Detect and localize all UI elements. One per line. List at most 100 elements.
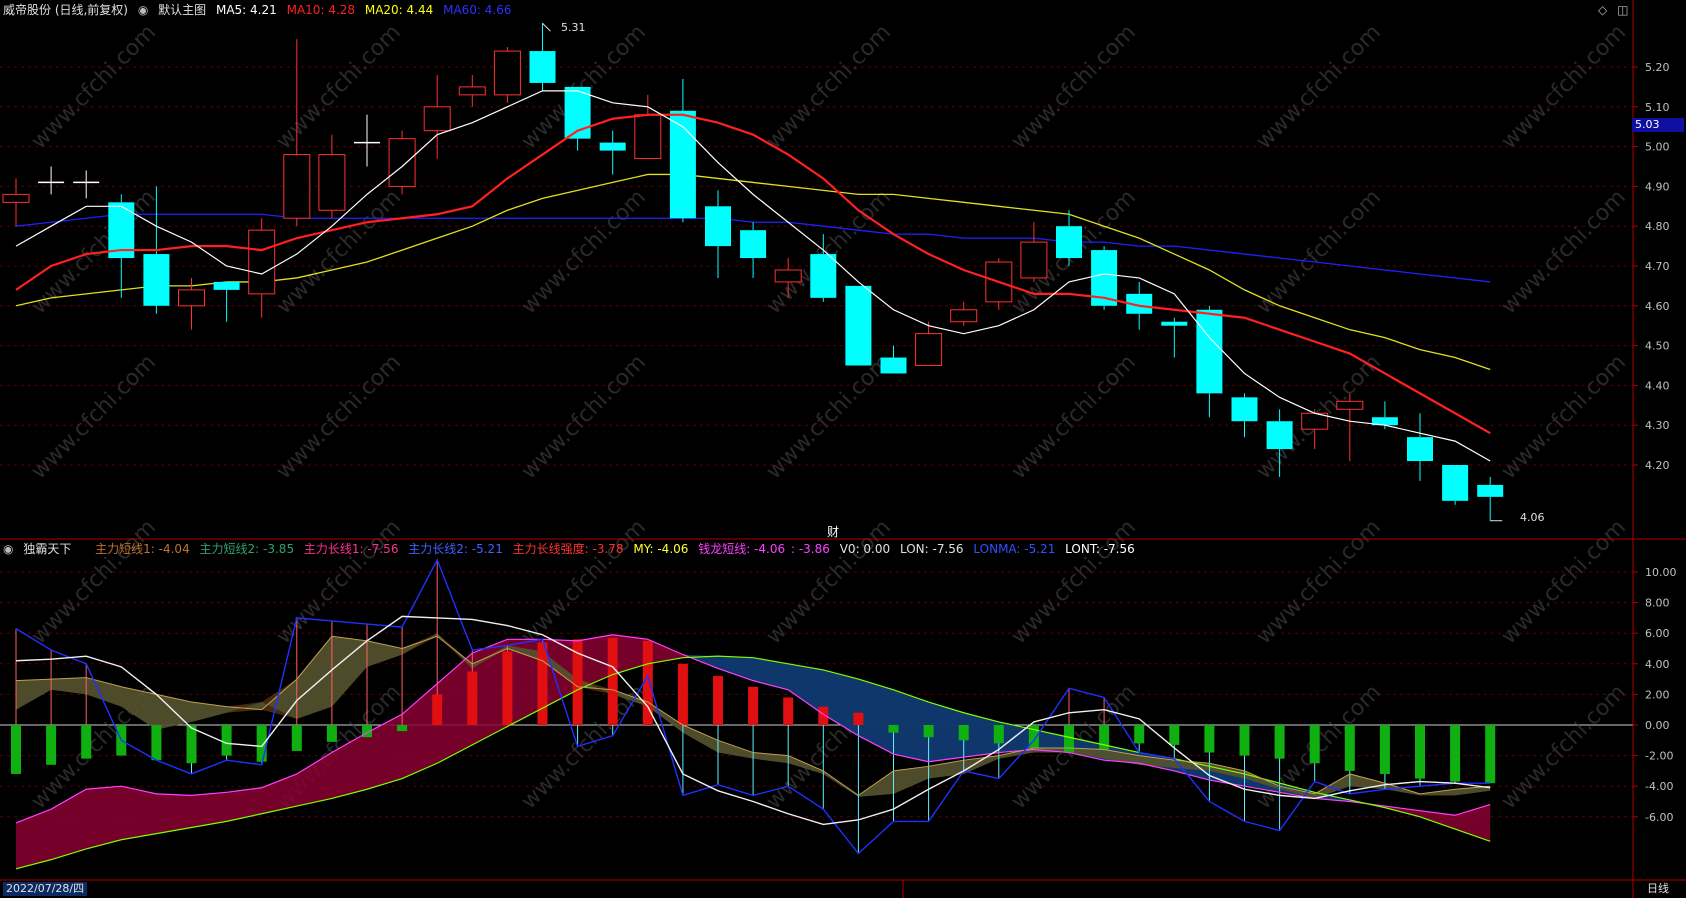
strength-bar (326, 725, 337, 742)
indicator-tick-label: 0.00 (1645, 719, 1670, 732)
strength-bar (537, 642, 548, 725)
current-price-tag: 5.03 (1632, 118, 1684, 132)
strength-bar (783, 697, 794, 725)
price-tick-label: 4.70 (1645, 260, 1670, 273)
strength-bar (11, 725, 21, 774)
strength-bar (713, 676, 723, 725)
strength-bar (958, 725, 969, 741)
main-chart-label[interactable]: 默认主图 (158, 3, 206, 17)
stock-chart[interactable]: www.cfchi.com www.cfchi.com www.cfchi.com w… (0, 0, 1686, 898)
strength-bar (1344, 725, 1355, 771)
indicator-value: 钱龙短线: -4.06 (698, 542, 786, 556)
ma20-label: MA20: 4.44 (364, 3, 434, 17)
candle-up (950, 309, 978, 323)
indicator-selector-icon[interactable]: ◉ (3, 542, 13, 556)
candle-up (634, 114, 662, 160)
strength-bar (1169, 725, 1180, 745)
price-header: 威帝股份 (日线,前复权) ◉ 默认主图 MA5: 4.21 MA10: 4.2… (3, 2, 518, 18)
strength-bar (1309, 725, 1320, 764)
indicator-tick-label: -6.00 (1645, 811, 1673, 824)
price-tick-label: 4.50 (1645, 340, 1670, 353)
indicator-value: LONT: -7.56 (1065, 542, 1135, 556)
strength-bar (1274, 725, 1285, 759)
price-tick-label: 4.40 (1645, 379, 1670, 392)
indicator-value: 主力长线1: -7.56 (303, 542, 399, 556)
indicator-tick-label: -4.00 (1645, 780, 1673, 793)
strength-bar (432, 694, 443, 725)
indicator-value: 主力短线2: -3.85 (199, 542, 295, 556)
strength-bar (923, 725, 934, 738)
candle-down (1442, 465, 1469, 501)
strength-bar (1239, 725, 1250, 756)
strength-bar (46, 725, 57, 765)
low-price-marker: 4.06 (1520, 511, 1545, 524)
indicator-value: LON: -7.56 (899, 542, 964, 556)
candle-up (178, 289, 205, 307)
strength-bar (151, 725, 162, 761)
stock-title[interactable]: 威帝股份 (日线,前复权) (3, 3, 128, 17)
indicator-tick-label: -2.00 (1645, 750, 1673, 763)
ma60-label: MA60: 4.66 (443, 3, 512, 17)
indicator-name[interactable]: 独霸天下 (23, 542, 71, 556)
financial-report-marker[interactable]: 财 (824, 525, 842, 539)
strength-bar (748, 686, 759, 725)
candle-up (1336, 400, 1364, 410)
candle-down (1196, 309, 1223, 394)
candle-down (740, 230, 767, 259)
candle-down (1161, 321, 1188, 326)
strength-bar (467, 671, 478, 725)
candle-up (318, 154, 346, 211)
strength-bar (221, 725, 232, 756)
candle-up (248, 229, 276, 295)
candle-up (423, 106, 451, 132)
candle-up (774, 269, 802, 283)
strength-bar (572, 639, 583, 725)
candle-down (1056, 226, 1082, 259)
indicator-value: 主力长线2: -5.21 (408, 542, 503, 556)
price-tick-label: 4.90 (1645, 180, 1670, 193)
candle-up (1020, 241, 1048, 279)
strength-bar (1415, 725, 1425, 779)
candle-down (705, 206, 731, 247)
candle-down (1231, 397, 1258, 422)
candle-down (1477, 484, 1504, 497)
candle-down (845, 285, 872, 366)
price-tick-label: 5.00 (1645, 141, 1670, 154)
strength-bar (1379, 725, 1390, 774)
price-tick-label: 4.20 (1645, 459, 1670, 472)
diamond-icon[interactable]: ◇ (1598, 3, 1607, 17)
strength-bar (888, 725, 899, 733)
price-tick-label: 5.20 (1645, 61, 1670, 74)
strength-bar (607, 637, 618, 725)
candle-up (458, 86, 486, 96)
indicator-value: : -3.86 (790, 542, 830, 556)
candle-down (529, 51, 556, 83)
candle-down (1266, 421, 1293, 450)
window-controls: ◇ ◫ (1598, 2, 1634, 18)
candle-down (1407, 437, 1433, 462)
date-label: 2022/07/28/四 (3, 882, 88, 896)
price-tick-label: 4.80 (1645, 220, 1670, 233)
price-tick-label: 5.10 (1645, 101, 1670, 114)
strength-bar (81, 725, 92, 759)
indicator-value: MY: -4.06 (633, 542, 689, 556)
candle-up (915, 333, 943, 367)
candle-down (143, 254, 170, 306)
candle-up (2, 193, 30, 203)
main-chart-selector-icon[interactable]: ◉ (138, 3, 148, 17)
price-tick-label: 4.60 (1645, 300, 1670, 313)
ma5-label: MA5: 4.21 (215, 3, 277, 17)
indicator-tick-label: 4.00 (1645, 658, 1670, 671)
strength-bar (993, 725, 1004, 744)
high-price-marker: 5.31 (561, 21, 586, 34)
strength-bar (1134, 725, 1145, 744)
indicator-value: V0: 0.00 (839, 542, 891, 556)
period-label[interactable]: 日线 (1644, 882, 1672, 896)
candle-up (493, 50, 521, 96)
panel-toggle-icon[interactable]: ◫ (1617, 3, 1628, 17)
indicator-value: 主力短线1: -4.04 (95, 542, 190, 556)
strength-bar (1485, 725, 1496, 784)
indicator-value: LONMA: -5.21 (973, 542, 1056, 556)
strength-bar (853, 712, 864, 725)
candle-up (283, 154, 311, 219)
